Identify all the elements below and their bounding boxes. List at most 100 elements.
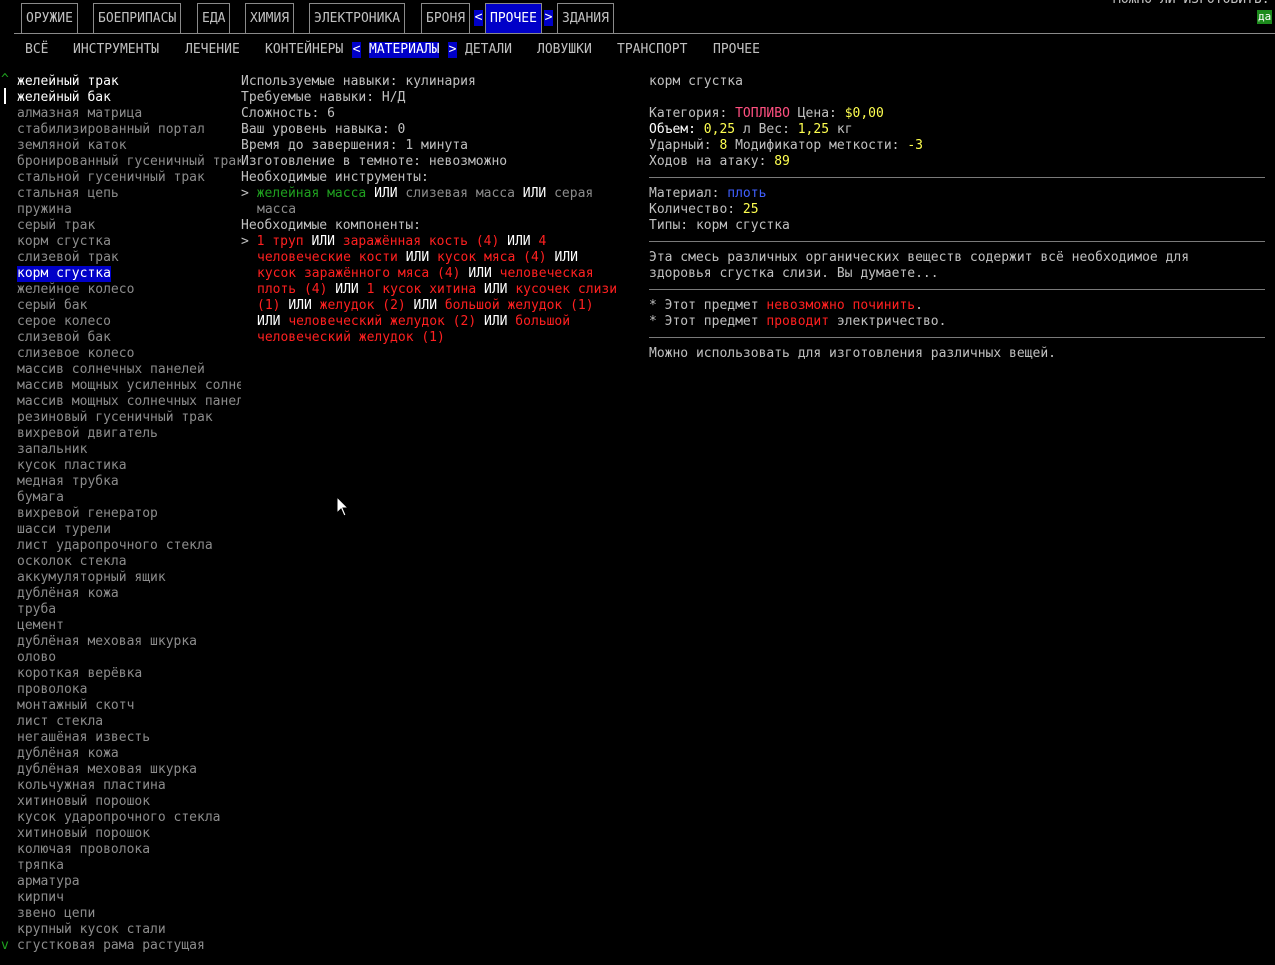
list-item[interactable]: олово [17, 650, 56, 666]
list-item[interactable]: вихревой двигатель [17, 426, 158, 442]
subtab-tools[interactable]: ИНСТРУМЕНТЫ [73, 42, 159, 58]
list-item[interactable]: цемент [17, 618, 64, 634]
subtab-traps[interactable]: ЛОВУШКИ [537, 42, 592, 58]
list-item[interactable]: серое колесо [17, 314, 111, 330]
tools-line-1: > желейная масса ИЛИ слизевая масса ИЛИ … [241, 186, 594, 201]
description-line-2: здоровья сгустка слизи. Вы думаете... [649, 266, 939, 281]
list-item[interactable]: хитиновый порошок [17, 826, 150, 842]
subtab-parts[interactable]: ДЕТАЛИ [465, 42, 512, 58]
list-item[interactable]: колючая проволока [17, 842, 150, 858]
subtab-containers[interactable]: КОНТЕЙНЕРЫ [265, 42, 343, 58]
list-item[interactable]: желейный трак [17, 74, 119, 90]
subtab-materials[interactable]: МАТЕРИАЛЫ [369, 42, 440, 58]
list-item[interactable]: вихревой генератор [17, 506, 158, 522]
tab-prev-arrow-icon[interactable]: < [474, 10, 483, 26]
list-item[interactable]: проволока [17, 682, 87, 698]
list-item[interactable]: массив мощных солнечных панелей [17, 394, 241, 410]
subtab-other[interactable]: ПРОЧЕЕ [713, 42, 760, 58]
list-item[interactable]: тряпка [17, 858, 64, 874]
list-item[interactable]: кусок ударопрочного стекла [17, 810, 221, 826]
tab-weapons[interactable]: ОРУЖИЕ [21, 3, 78, 33]
list-item[interactable]: монтажный скотч [17, 698, 134, 714]
list-item[interactable]: резиновый гусеничный трак [17, 410, 213, 426]
list-item[interactable]: шасси турели [17, 522, 111, 538]
craftable-label: МОЖНО ЛИ ИЗГОТОВИТЬ: [1113, 0, 1270, 8]
time-line: Время до завершения: 1 минута [241, 138, 468, 153]
list-item[interactable]: дублёная кожа [17, 746, 119, 762]
components-line-4: плоть (4) ИЛИ 1 кусок хитина ИЛИ кусочек… [257, 282, 618, 297]
list-item-selected[interactable]: корм сгустка [17, 266, 111, 282]
list-item[interactable]: хитиновый порошок [17, 794, 150, 810]
list-item[interactable]: серый бак [17, 298, 87, 314]
list-item[interactable]: слизевое колесо [17, 346, 134, 362]
tab-ammo[interactable]: БОЕПРИПАСЫ [93, 3, 182, 33]
list-item[interactable]: бумага [17, 490, 64, 506]
list-item[interactable]: дублёная меховая шкурка [17, 634, 197, 650]
tools-line-2: масса [257, 202, 297, 217]
scroll-down-icon[interactable]: v [1, 938, 9, 954]
subtab-prev-arrow-icon[interactable]: < [352, 42, 361, 58]
tab-other[interactable]: ПРОЧЕЕ [485, 3, 542, 33]
material-line: Материал: плоть [649, 186, 767, 201]
list-item[interactable]: слизевой трак [17, 250, 119, 266]
list-item[interactable]: стабилизированный портал [17, 122, 205, 138]
list-item[interactable]: негашёная известь [17, 730, 150, 746]
list-item[interactable]: серый трак [17, 218, 95, 234]
conductivity-note: * Этот предмет проводит электричество. [649, 314, 947, 329]
tab-next-arrow-icon[interactable]: > [544, 10, 553, 26]
list-item[interactable]: лист стекла [17, 714, 103, 730]
list-item[interactable]: сгустковая рама растущая [17, 938, 205, 954]
list-item[interactable]: стальной гусеничный трак [17, 170, 205, 186]
tabs-divider [14, 33, 1275, 34]
bash-line: Ударный: 8 Модификатор меткости: -3 [649, 138, 923, 153]
list-item[interactable]: земляной каток [17, 138, 127, 154]
list-item[interactable]: кусок пластика [17, 458, 127, 474]
list-item[interactable]: корм сгустка [17, 234, 111, 250]
list-item[interactable]: звено цепи [17, 906, 95, 922]
list-item[interactable]: медная трубка [17, 474, 119, 490]
list-item[interactable]: труба [17, 602, 56, 618]
list-item[interactable]: бронированный гусеничный трак [17, 154, 241, 170]
tab-chemistry[interactable]: ХИМИЯ [245, 3, 295, 33]
components-line-6: ИЛИ человеческий желудок (2) ИЛИ большой [257, 314, 571, 329]
list-item[interactable]: лист ударопрочного стекла [17, 538, 213, 554]
separator [649, 241, 1265, 242]
list-item[interactable]: дублёная меховая шкурка [17, 762, 197, 778]
list-item[interactable]: кирпич [17, 890, 64, 906]
list-item[interactable]: пружина [17, 202, 72, 218]
components-line-3: кусок заражённого мяса (4) ИЛИ человечес… [257, 266, 594, 281]
list-item[interactable]: стальная цепь [17, 186, 119, 202]
list-item[interactable]: короткая верёвка [17, 666, 142, 682]
subtab-all[interactable]: ВСЁ [25, 42, 48, 58]
list-item[interactable]: массив солнечных панелей [17, 362, 205, 378]
components-line-5: (1) ИЛИ желудок (2) ИЛИ большой желудок … [257, 298, 594, 313]
category-line: Категория: ТОПЛИВО Цена: $0,00 [649, 106, 884, 121]
tab-food[interactable]: ЕДА [197, 3, 231, 33]
tab-electronics[interactable]: ЭЛЕКТРОНИКА [309, 3, 406, 33]
list-item[interactable]: дублёная кожа [17, 586, 119, 602]
usage-note: Можно использовать для изготовления разл… [649, 346, 1056, 361]
components-line-2: человеческие кости ИЛИ кусок мяса (4) ИЛ… [257, 250, 578, 265]
separator [649, 337, 1265, 338]
tab-buildings[interactable]: ЗДАНИЯ [557, 3, 614, 33]
list-item[interactable]: алмазная матрица [17, 106, 142, 122]
subtab-transport[interactable]: ТРАНСПОРТ [617, 42, 687, 58]
list-item[interactable]: арматура [17, 874, 80, 890]
list-item[interactable]: крупный кусок стали [17, 922, 166, 938]
list-item[interactable]: слизевой бак [17, 330, 111, 346]
subtab-healing[interactable]: ЛЕЧЕНИЕ [185, 42, 240, 58]
components-line-1: > 1 труп ИЛИ заражённая кость (4) ИЛИ 4 [241, 234, 547, 249]
subtab-next-arrow-icon[interactable]: > [448, 42, 457, 58]
list-item[interactable]: запальник [17, 442, 87, 458]
scrollbar-thumb[interactable] [4, 88, 6, 104]
dark-crafting-line: Изготовление в темноте: невозможно [241, 154, 508, 169]
list-item[interactable]: массив мощных усиленных солнечных панеле… [17, 378, 241, 394]
list-item[interactable]: желейный бак [17, 90, 111, 106]
scroll-up-icon[interactable]: ^ [1, 72, 9, 88]
count-line: Количество: 25 [649, 202, 759, 217]
list-item[interactable]: желейное колесо [17, 282, 134, 298]
tab-armor[interactable]: БРОНЯ [421, 3, 471, 33]
list-item[interactable]: кольчужная пластина [17, 778, 166, 794]
list-item[interactable]: аккумуляторный ящик [17, 570, 166, 586]
list-item[interactable]: осколок стекла [17, 554, 127, 570]
